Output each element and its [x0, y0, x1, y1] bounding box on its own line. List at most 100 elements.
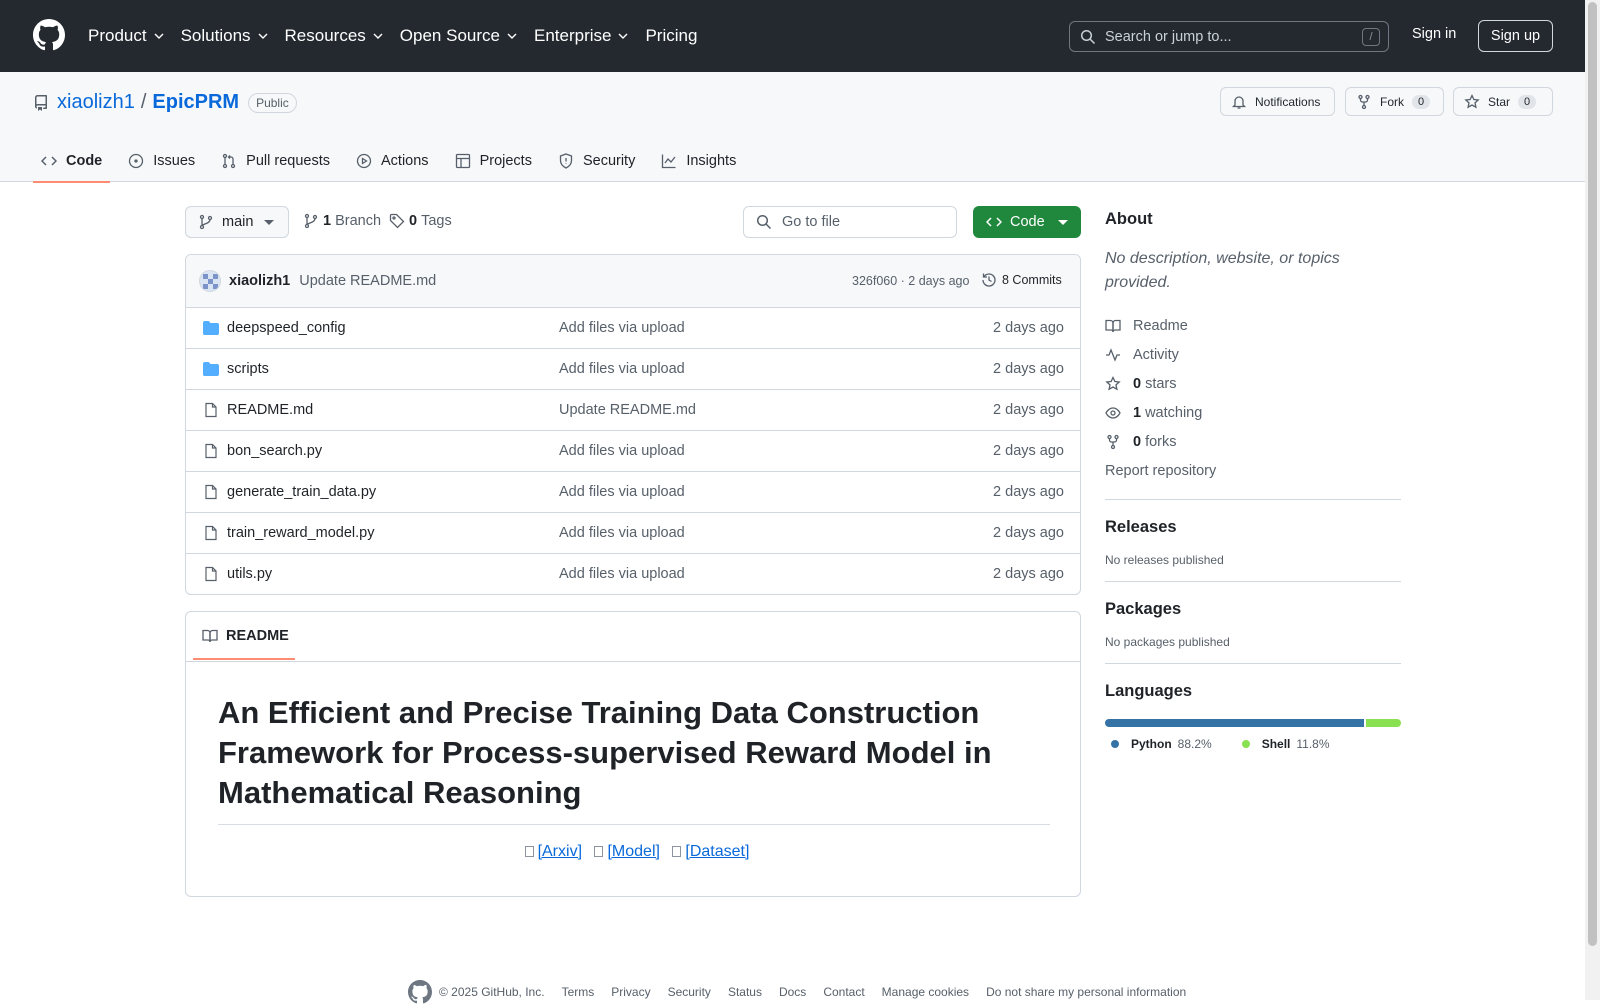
stars-link[interactable]: 0 stars	[1105, 369, 1401, 398]
footer-link-privacy[interactable]: Privacy	[611, 985, 650, 999]
tab-security[interactable]: Security	[550, 140, 643, 182]
repo-name-link[interactable]: EpicPRM	[152, 91, 239, 114]
watching-count: 1	[1133, 404, 1142, 421]
file-row[interactable]: generate_train_data.py Add files via upl…	[186, 472, 1080, 513]
readme-link[interactable]: Readme	[1105, 311, 1401, 340]
star-button[interactable]: Star 0	[1453, 87, 1553, 116]
search-input[interactable]: Search or jump to... /	[1069, 21, 1389, 52]
footer-link-status[interactable]: Status	[728, 985, 762, 999]
file-commit-message[interactable]: Add files via upload	[559, 484, 685, 500]
forks-count: 0	[1133, 433, 1142, 450]
file-name[interactable]: generate_train_data.py	[227, 484, 376, 500]
github-logo-icon[interactable]	[408, 980, 432, 1004]
notifications-button[interactable]: Notifications	[1220, 87, 1335, 116]
tab-issues[interactable]: Issues	[120, 140, 203, 182]
footer-link-manage-cookies[interactable]: Manage cookies	[882, 985, 969, 999]
nav-enterprise[interactable]: Enterprise	[534, 20, 629, 52]
footer-link-contact[interactable]: Contact	[823, 985, 864, 999]
file-row[interactable]: deepspeed_config Add files via upload 2 …	[186, 308, 1080, 349]
file-commit-message[interactable]: Update README.md	[559, 402, 696, 418]
go-to-file-input[interactable]: Go to file	[743, 206, 957, 238]
branch-count-link[interactable]: 1 Branch	[303, 213, 381, 229]
file-commit-message[interactable]: Add files via upload	[559, 525, 685, 541]
branch-icon	[199, 214, 213, 230]
file-name[interactable]: bon_search.py	[227, 443, 322, 459]
file-commit-message[interactable]: Add files via upload	[559, 361, 685, 377]
file-name[interactable]: scripts	[227, 361, 269, 377]
model-link[interactable]: [Model]	[607, 843, 659, 860]
tab-label: Code	[66, 153, 103, 169]
nav-resources[interactable]: Resources	[285, 20, 384, 52]
footer-link-do-not-share[interactable]: Do not share my personal information	[986, 985, 1186, 999]
commits-count: 8 Commits	[1002, 273, 1062, 287]
language-percent: 88.2%	[1177, 737, 1212, 751]
chevron-down-icon	[154, 33, 164, 39]
file-name[interactable]: train_reward_model.py	[227, 525, 375, 541]
tab-actions[interactable]: Actions	[348, 140, 437, 182]
star-count: 0	[1518, 94, 1537, 109]
report-repository-link[interactable]: Report repository	[1105, 456, 1401, 485]
tab-insights[interactable]: Insights	[653, 140, 744, 182]
activity-label: Activity	[1133, 346, 1179, 363]
file-row[interactable]: scripts Add files via upload 2 days ago	[186, 349, 1080, 390]
commit-author-link[interactable]: xiaolizh1	[229, 273, 290, 289]
file-commit-message[interactable]: Add files via upload	[559, 566, 685, 582]
file-name[interactable]: utils.py	[227, 566, 272, 582]
scrollbar-thumb[interactable]	[1588, 2, 1597, 946]
footer-link-security[interactable]: Security	[668, 985, 711, 999]
dataset-link[interactable]: [Dataset]	[685, 843, 749, 860]
repo-title: xiaolizh1 / EpicPRM Public	[33, 91, 297, 114]
github-logo-icon[interactable]	[33, 19, 65, 51]
file-commit-message[interactable]: Add files via upload	[559, 320, 685, 336]
footer-link-docs[interactable]: Docs	[779, 985, 806, 999]
file-commit-message[interactable]: Add files via upload	[559, 443, 685, 459]
sign-in-link[interactable]: Sign in	[1412, 26, 1456, 42]
file-row[interactable]: utils.py Add files via upload 2 days ago	[186, 554, 1080, 594]
commits-link[interactable]: 8 Commits	[981, 272, 1062, 288]
tag-count-link[interactable]: 0 Tags	[389, 213, 452, 229]
tab-readme[interactable]: README	[193, 612, 295, 660]
code-icon	[41, 156, 57, 166]
sign-up-button[interactable]: Sign up	[1478, 20, 1553, 52]
avatar[interactable]	[199, 270, 221, 292]
code-dropdown-button[interactable]: Code	[973, 206, 1081, 238]
language-bar-shell[interactable]	[1366, 719, 1401, 727]
file-row[interactable]: bon_search.py Add files via upload 2 day…	[186, 431, 1080, 472]
file-row[interactable]: README.md Update README.md 2 days ago	[186, 390, 1080, 431]
releases-heading[interactable]: Releases	[1105, 518, 1401, 537]
file-name[interactable]: deepspeed_config	[227, 320, 346, 336]
forks-link[interactable]: 0 forks	[1105, 427, 1401, 456]
arxiv-link[interactable]: [Arxiv]	[538, 843, 582, 860]
nav-pricing[interactable]: Pricing	[645, 20, 697, 52]
packages-heading[interactable]: Packages	[1105, 600, 1401, 619]
commit-hash-time[interactable]: 326f060 · 2 days ago	[852, 274, 969, 288]
repo-owner-link[interactable]: xiaolizh1	[57, 91, 135, 114]
book-icon	[202, 629, 218, 643]
watching-link[interactable]: 1 watching	[1105, 398, 1401, 427]
tab-label: Projects	[479, 153, 532, 169]
pull-request-icon	[223, 153, 236, 169]
file-name[interactable]: README.md	[227, 402, 313, 418]
file-row[interactable]: train_reward_model.py Add files via uplo…	[186, 513, 1080, 554]
activity-link[interactable]: Activity	[1105, 340, 1401, 369]
commit-message-link[interactable]: Update README.md	[299, 273, 436, 289]
branch-select[interactable]: main	[185, 206, 289, 238]
chevron-down-icon	[258, 33, 268, 39]
language-bar	[1105, 719, 1401, 727]
footer-link-terms[interactable]: Terms	[562, 985, 595, 999]
fork-button[interactable]: Fork 0	[1345, 87, 1444, 116]
folder-icon	[203, 321, 219, 335]
nav-product[interactable]: Product	[88, 20, 165, 52]
graph-icon	[662, 154, 676, 169]
tab-code[interactable]: Code	[33, 140, 111, 183]
tab-pull-requests[interactable]: Pull requests	[213, 140, 338, 182]
language-python[interactable]: Python 88.2%	[1111, 737, 1212, 751]
nav-open-source[interactable]: Open Source	[400, 20, 518, 52]
language-shell[interactable]: Shell 11.8%	[1241, 737, 1330, 751]
file-age: 2 days ago	[993, 566, 1064, 582]
nav-solutions[interactable]: Solutions	[181, 20, 269, 52]
tab-projects[interactable]: Projects	[447, 140, 540, 182]
latest-commit-bar: xiaolizh1 Update README.md 326f060 · 2 d…	[186, 255, 1080, 308]
visibility-badge: Public	[248, 92, 297, 113]
language-bar-python[interactable]	[1105, 719, 1365, 727]
